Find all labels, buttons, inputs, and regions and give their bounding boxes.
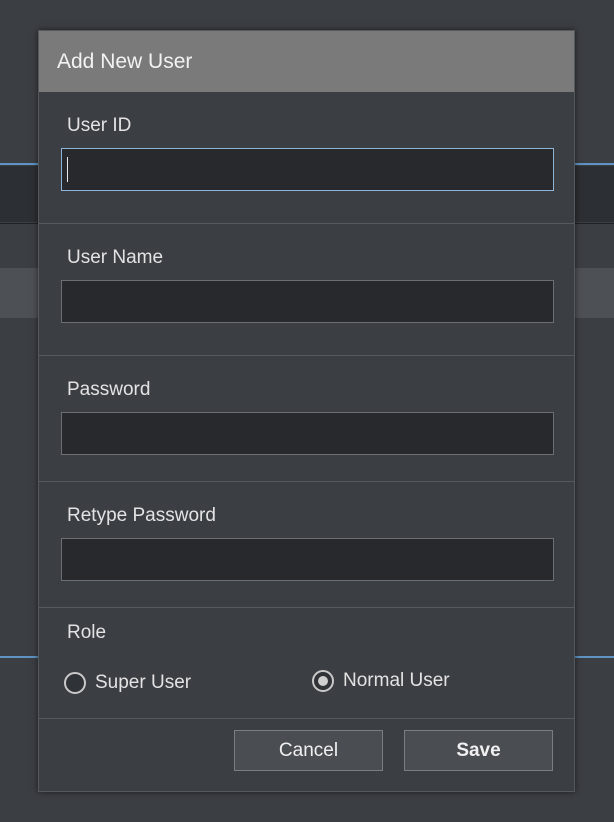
retype-password-label: Retype Password (67, 505, 216, 526)
radio-super-user-label: Super User (95, 672, 192, 693)
retype-password-section: Retype Password (39, 482, 574, 608)
role-label: Role (67, 622, 107, 643)
user-name-label: User Name (67, 247, 164, 268)
radio-selected-icon (312, 670, 334, 692)
radio-unselected-icon (64, 672, 86, 694)
save-button[interactable]: Save (404, 730, 553, 771)
radio-normal-user[interactable]: Normal User (312, 670, 450, 692)
user-name-section: User Name (39, 224, 574, 356)
retype-password-input[interactable] (61, 538, 554, 581)
user-id-label: User ID (67, 115, 132, 136)
radio-normal-user-label: Normal User (343, 670, 450, 691)
user-id-section: User ID (39, 92, 574, 224)
text-caret (67, 157, 68, 182)
password-label: Password (67, 379, 151, 400)
password-section: Password (39, 356, 574, 482)
cancel-button[interactable]: Cancel (234, 730, 383, 771)
password-input[interactable] (61, 412, 554, 455)
role-section: Role Super User Normal User (39, 608, 574, 719)
dialog-title-bar[interactable]: Add New User (39, 31, 574, 92)
user-name-input[interactable] (61, 280, 554, 323)
radio-super-user[interactable]: Super User (64, 672, 191, 694)
radio-dot (318, 676, 328, 686)
dialog-title: Add New User (57, 49, 193, 73)
add-user-dialog: Add New User User ID User Name Password … (38, 30, 575, 792)
user-id-input[interactable] (61, 148, 554, 191)
